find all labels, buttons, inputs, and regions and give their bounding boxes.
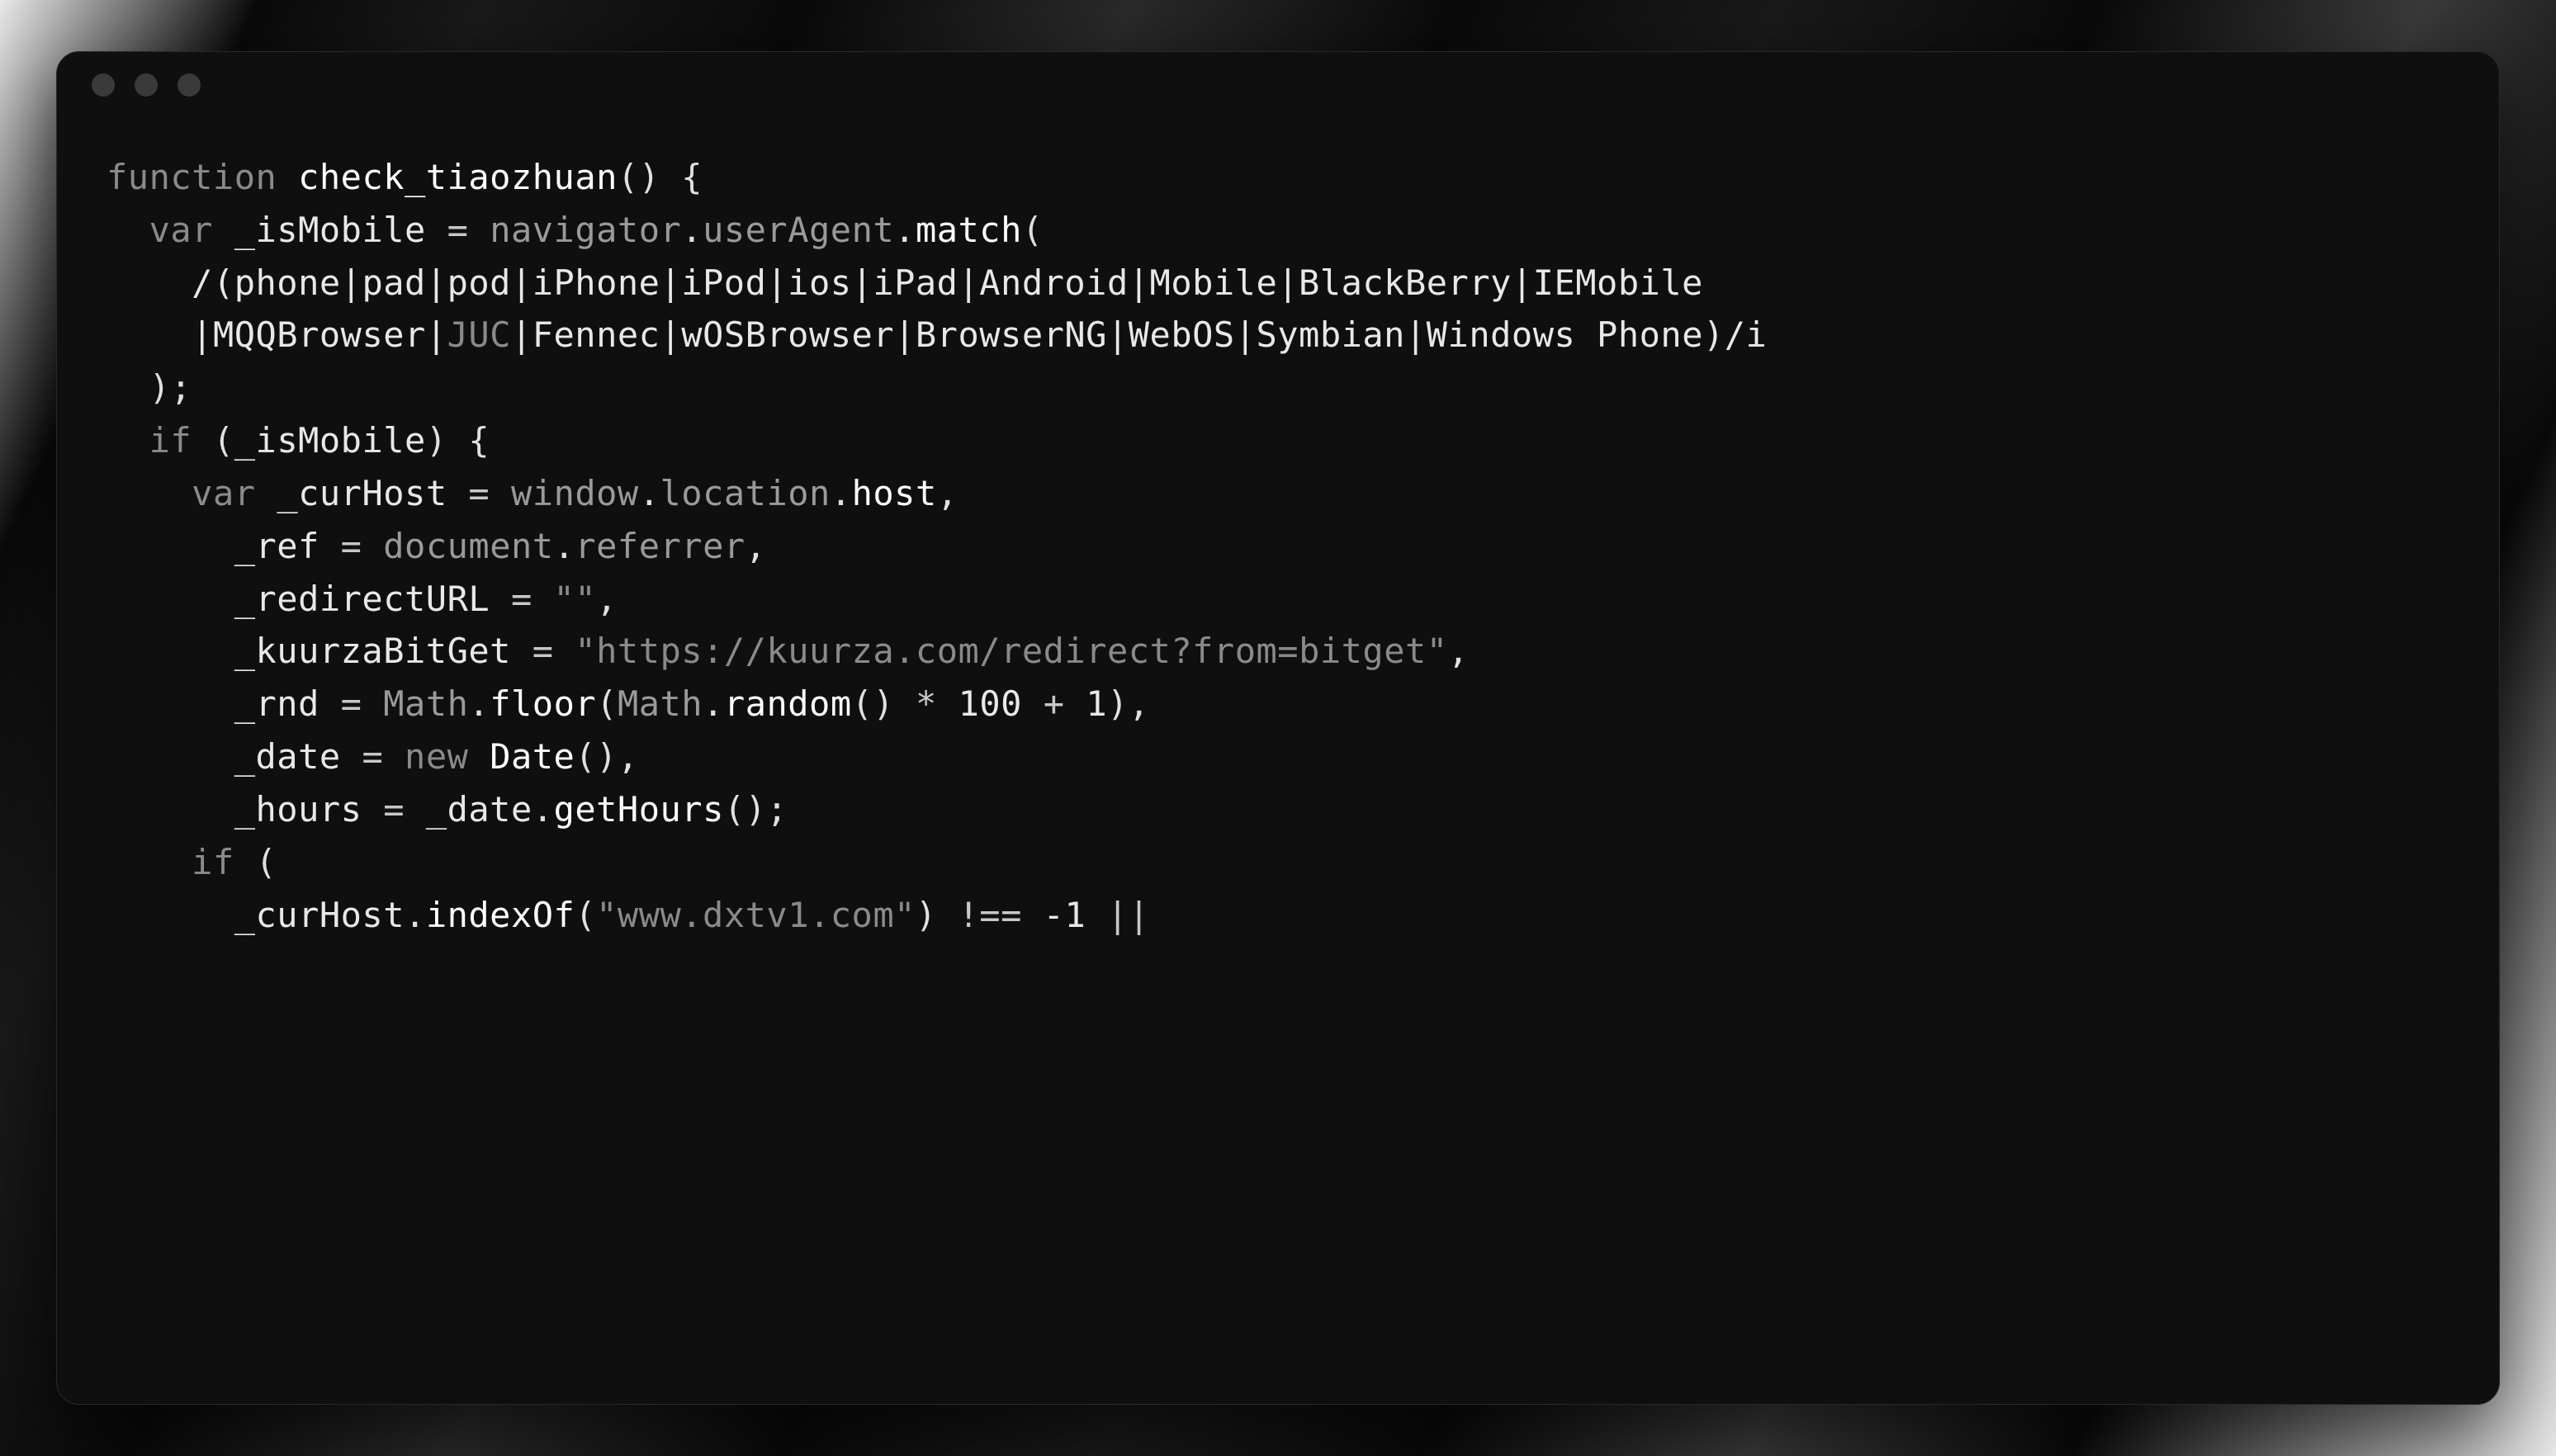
string-literal: "https://kuurza.com/redirect?from=bitget… <box>575 631 1447 671</box>
identifier: _date <box>426 789 532 830</box>
object-window: window <box>511 473 639 513</box>
string-literal: "www.dxtv1.com" <box>596 895 916 935</box>
string-literal: "" <box>554 579 597 619</box>
maximize-icon[interactable] <box>178 73 201 97</box>
method-indexof: indexOf <box>426 895 575 935</box>
prop-location: location <box>660 473 831 513</box>
keyword-if: if <box>149 420 192 461</box>
keyword-var: var <box>149 210 213 250</box>
identifier: _kuurzaBitGet <box>234 631 511 671</box>
title-bar <box>57 52 2499 118</box>
identifier: _isMobile <box>234 420 426 461</box>
identifier: _rnd <box>234 683 320 724</box>
method-floor: floor <box>490 683 596 724</box>
method-gethours: getHours <box>554 789 724 830</box>
object-document: document <box>383 526 553 566</box>
close-icon[interactable] <box>92 73 115 97</box>
regex-literal: |Fennec|wOSBrowser|BrowserNG|WebOS|Symbi… <box>511 314 1767 355</box>
object-math: Math <box>618 683 703 724</box>
regex-literal: /(phone|pad|pod|iPhone|iPod|ios|iPad|And… <box>192 262 1703 303</box>
identifier: _ref <box>234 526 320 566</box>
class-date: Date <box>490 736 575 777</box>
code-block[interactable]: function check_tiaozhuan() { var _isMobi… <box>106 151 2450 941</box>
identifier: _hours <box>234 789 362 830</box>
identifier: _curHost <box>277 473 447 513</box>
keyword-function: function <box>106 157 277 197</box>
editor-window: function check_tiaozhuan() { var _isMobi… <box>56 51 2500 1405</box>
number-literal: 1 <box>1086 683 1107 724</box>
identifier: _date <box>234 736 341 777</box>
identifier: _redirectURL <box>234 579 490 619</box>
identifier: _curHost <box>234 895 405 935</box>
function-name: check_tiaozhuan <box>298 157 618 197</box>
prop-referrer: referrer <box>575 526 745 566</box>
object-math: Math <box>383 683 468 724</box>
minimize-icon[interactable] <box>135 73 158 97</box>
method-match: match <box>916 210 1022 250</box>
regex-literal: JUC <box>447 314 511 355</box>
keyword-new: new <box>405 736 468 777</box>
object-navigator: navigator <box>490 210 681 250</box>
keyword-if: if <box>192 842 234 882</box>
prop-useragent: userAgent <box>703 210 894 250</box>
regex-literal: |MQQBrowser| <box>192 314 447 355</box>
number-literal: 100 <box>958 683 1022 724</box>
method-random: random <box>724 683 852 724</box>
code-area: function check_tiaozhuan() { var _isMobi… <box>57 118 2499 1404</box>
keyword-var: var <box>192 473 255 513</box>
identifier: _isMobile <box>234 210 426 250</box>
prop-host: host <box>852 473 937 513</box>
number-literal: -1 <box>1044 895 1086 935</box>
